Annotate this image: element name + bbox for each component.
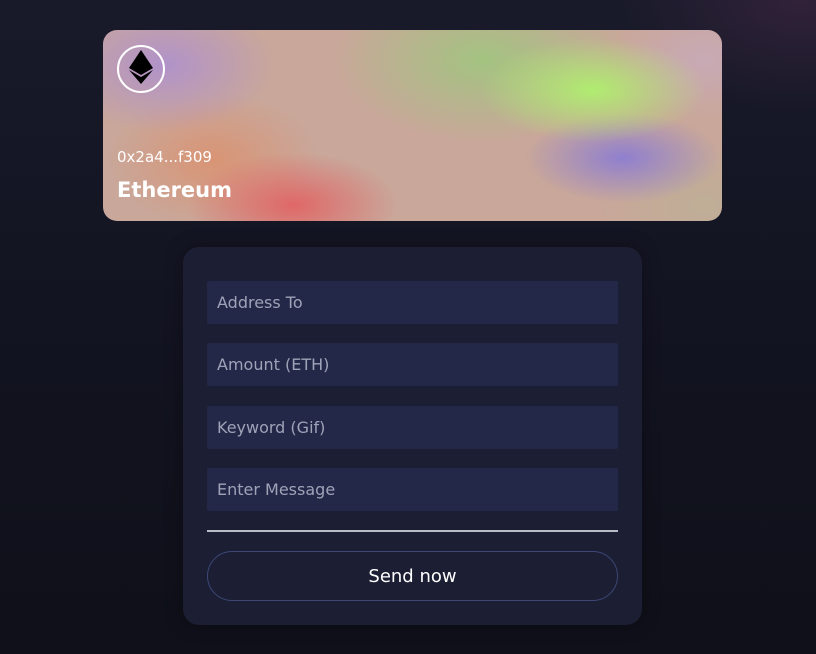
form-divider	[207, 530, 618, 532]
send-now-button[interactable]: Send now	[207, 551, 618, 601]
ethereum-card: 0x2a4...f309 Ethereum	[103, 30, 722, 221]
keyword-input[interactable]	[207, 406, 618, 449]
ethereum-icon	[128, 49, 154, 89]
address-to-input[interactable]	[207, 281, 618, 324]
message-input[interactable]	[207, 468, 618, 511]
network-name: Ethereum	[117, 178, 233, 202]
transaction-form: Send now	[183, 247, 642, 625]
amount-input[interactable]	[207, 343, 618, 386]
ethereum-logo-badge	[117, 45, 165, 93]
wallet-address: 0x2a4...f309	[117, 148, 212, 166]
